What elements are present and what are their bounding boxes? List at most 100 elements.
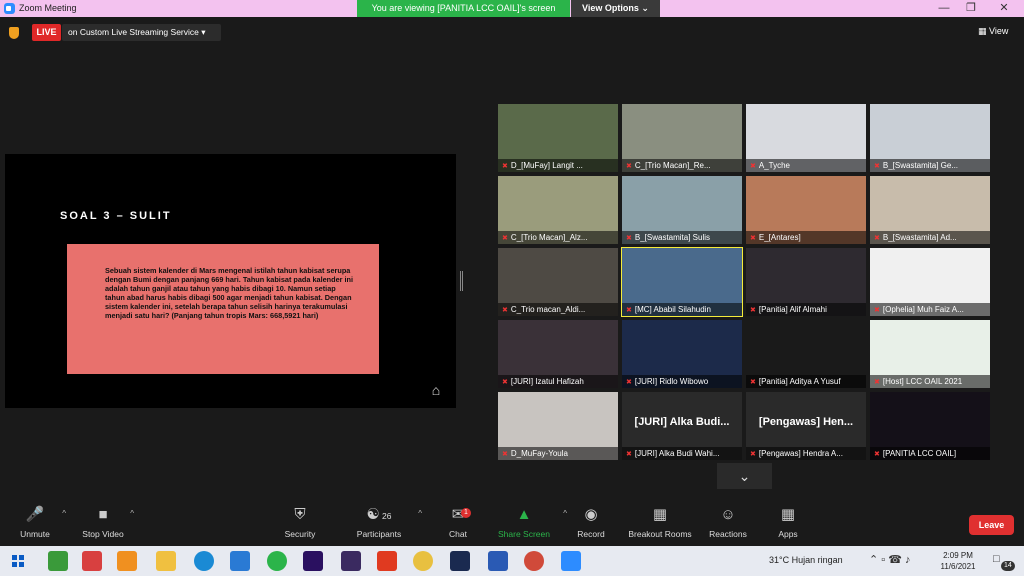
participant-tile[interactable]: ✖ C_[Trio Macan]_Re...	[622, 104, 742, 172]
shield-icon[interactable]	[9, 27, 19, 39]
zoom-icon[interactable]	[561, 551, 581, 571]
vscode-icon[interactable]	[230, 551, 250, 571]
microphone-muted-icon: 🎤	[25, 506, 45, 523]
chrome-icon[interactable]	[413, 551, 433, 571]
app-icon[interactable]	[82, 551, 102, 571]
participant-tile[interactable]: ✖ [Panitia] Aditya A Yusuf	[746, 320, 866, 388]
system-tray-icons[interactable]: ⌃ ▫ ☎ ♪	[869, 553, 911, 566]
participant-name: B_[Swastamita] Sulis	[634, 233, 711, 242]
app-icon[interactable]	[341, 551, 361, 571]
participant-name: [JURI] Alka Budi Wahi...	[634, 449, 720, 458]
chat-label: Chat	[449, 529, 467, 539]
view-label: View	[989, 26, 1009, 36]
microphone-muted-icon: ✖	[750, 379, 756, 386]
participant-tile[interactable]: ✖ D_[MuFay] Langit ...	[498, 104, 618, 172]
close-button[interactable]: ✕	[997, 2, 1011, 15]
participant-tile[interactable]: ✖ [JURI] Izatul Hafizah	[498, 320, 618, 388]
zoom-logo-icon	[4, 3, 15, 14]
minimize-button[interactable]: —	[937, 2, 951, 15]
microphone-muted-icon: ✖	[750, 307, 756, 314]
participant-tile[interactable]: ✖ E_[Antares]	[746, 176, 866, 244]
participant-tile[interactable]: [JURI] Alka Budi... ✖ [JURI] Alka Budi Wah…	[622, 392, 742, 460]
app-icon[interactable]	[117, 551, 137, 571]
participant-tile[interactable]: ✖ B_[Swastamita] Ge...	[870, 104, 990, 172]
participants-button[interactable]: ☯ 26 ^ Participants	[344, 505, 422, 539]
participant-tile[interactable]: ✖ [Ophelia] Muh Faiz A...	[870, 248, 990, 316]
participant-name: [MC] Ababil Silahudin	[634, 305, 711, 314]
share-screen-icon: ▲	[516, 506, 532, 523]
view-button[interactable]: ▦ View	[978, 26, 1008, 37]
photoshop-icon[interactable]	[450, 551, 470, 571]
clock-date: 11/6/2021	[940, 562, 976, 571]
after-effects-icon[interactable]	[303, 551, 323, 571]
shared-screen: SOAL 3 – SULIT Sebuah sistem kalender di…	[5, 154, 456, 408]
participant-tile[interactable]: ✖ [PANITIA LCC OAIL]	[870, 392, 990, 460]
participant-display-name: [JURI] Alka Budi...	[634, 416, 730, 428]
chat-button[interactable]: ✉ 1 Chat	[423, 505, 493, 539]
windows-start-icon[interactable]	[12, 555, 24, 567]
security-label: Security	[284, 529, 316, 539]
participant-tile[interactable]: [Pengawas] Hen... ✖ [Pengawas] Hendra A...	[746, 392, 866, 460]
share-screen-button[interactable]: ▲ ^ Share Screen	[489, 505, 567, 539]
unmute-caret-icon[interactable]: ^	[62, 509, 66, 518]
participant-tile[interactable]: ✖ C_[Trio Macan]_Alz...	[498, 176, 618, 244]
microphone-muted-icon: ✖	[502, 163, 508, 170]
participant-name: [JURI] Izatul Hafizah	[510, 377, 584, 386]
apps-button[interactable]: ▦ Apps	[753, 505, 823, 539]
leave-button[interactable]: Leave	[969, 515, 1014, 535]
live-badge[interactable]: LIVE	[32, 24, 61, 41]
stream-status-dropdown[interactable]: on Custom Live Streaming Service ▾	[62, 24, 221, 41]
participant-tile[interactable]: ✖ [Panitia] Alif Almahi	[746, 248, 866, 316]
chevron-down-icon: ⌄	[738, 468, 751, 484]
participant-name-bar: ✖ [Pengawas] Hendra A...	[746, 447, 866, 460]
breakout-rooms-button[interactable]: ▦ Breakout Rooms	[625, 505, 695, 539]
microphone-muted-icon: ✖	[626, 235, 632, 242]
whatsapp-icon[interactable]	[267, 551, 287, 571]
clock[interactable]: 2:09 PM 11/6/2021	[938, 550, 978, 572]
view-options-button[interactable]: View Options ⌄	[571, 0, 660, 17]
participant-name-bar: ✖ [JURI] Ridlo Wibowo	[622, 375, 742, 388]
participant-tile[interactable]: ✖ A_Tyche	[746, 104, 866, 172]
weather-status[interactable]: 31°C Hujan ringan	[769, 555, 843, 565]
gallery-scroll-down-button[interactable]: ⌄	[717, 463, 772, 489]
resize-handle[interactable]	[460, 271, 463, 291]
file-explorer-icon[interactable]	[156, 551, 176, 571]
participant-tile[interactable]: ✖ [JURI] Ridlo Wibowo	[622, 320, 742, 388]
slide-title: SOAL 3 – SULIT	[60, 210, 172, 222]
participant-tile[interactable]: ✖ D_MuFay-Youla	[498, 392, 618, 460]
microphone-muted-icon: ✖	[750, 163, 756, 170]
microphone-muted-icon: ✖	[874, 307, 880, 314]
windows-taskbar: 31°C Hujan ringan ⌃ ▫ ☎ ♪ 2:09 PM 11/6/2…	[0, 546, 1024, 576]
edge-icon[interactable]	[194, 551, 214, 571]
participant-tile[interactable]: ✖ B_[Swastamita] Sulis	[622, 176, 742, 244]
app-icon[interactable]	[377, 551, 397, 571]
microphone-muted-icon: ✖	[874, 451, 880, 458]
participant-name: B_[Swastamita] Ad...	[882, 233, 957, 242]
record-icon: ◉	[584, 506, 598, 523]
record-button[interactable]: ◉ Record	[556, 505, 626, 539]
apps-icon: ▦	[780, 506, 796, 523]
stop-video-button[interactable]: ■ ^ Stop Video	[68, 505, 138, 539]
participant-tile[interactable]: ✖ [Host] LCC OAIL 2021	[870, 320, 990, 388]
participant-tile[interactable]: ✖ B_[Swastamita] Ad...	[870, 176, 990, 244]
participant-name: E_[Antares]	[758, 233, 801, 242]
word-icon[interactable]	[488, 551, 508, 571]
microphone-muted-icon: ✖	[626, 163, 632, 170]
participant-name-bar: ✖ [JURI] Izatul Hafizah	[498, 375, 618, 388]
window-title: Zoom Meeting	[19, 3, 77, 13]
video-caret-icon[interactable]: ^	[130, 509, 134, 518]
app-icon[interactable]	[48, 551, 68, 571]
participant-name: C_[Trio Macan]_Alz...	[510, 233, 588, 242]
stop-video-label: Stop Video	[82, 529, 124, 539]
maximize-button[interactable]: ❐	[964, 2, 978, 15]
participant-tile[interactable]: ✖ C_Trio macan_Aldi...	[498, 248, 618, 316]
microphone-muted-icon: ✖	[626, 379, 632, 386]
participants-caret-icon[interactable]: ^	[418, 509, 422, 518]
unmute-button[interactable]: 🎤 ^ Unmute	[0, 505, 70, 539]
home-icon: ⌂	[431, 382, 441, 398]
security-button[interactable]: ⛨ Security	[265, 505, 335, 539]
clock-time: 2:09 PM	[943, 551, 973, 560]
chrome-profile-icon[interactable]	[524, 551, 544, 571]
participant-tile[interactable]: ✖ [MC] Ababil Silahudin	[621, 247, 743, 317]
notification-icon[interactable]: □	[993, 553, 1000, 565]
